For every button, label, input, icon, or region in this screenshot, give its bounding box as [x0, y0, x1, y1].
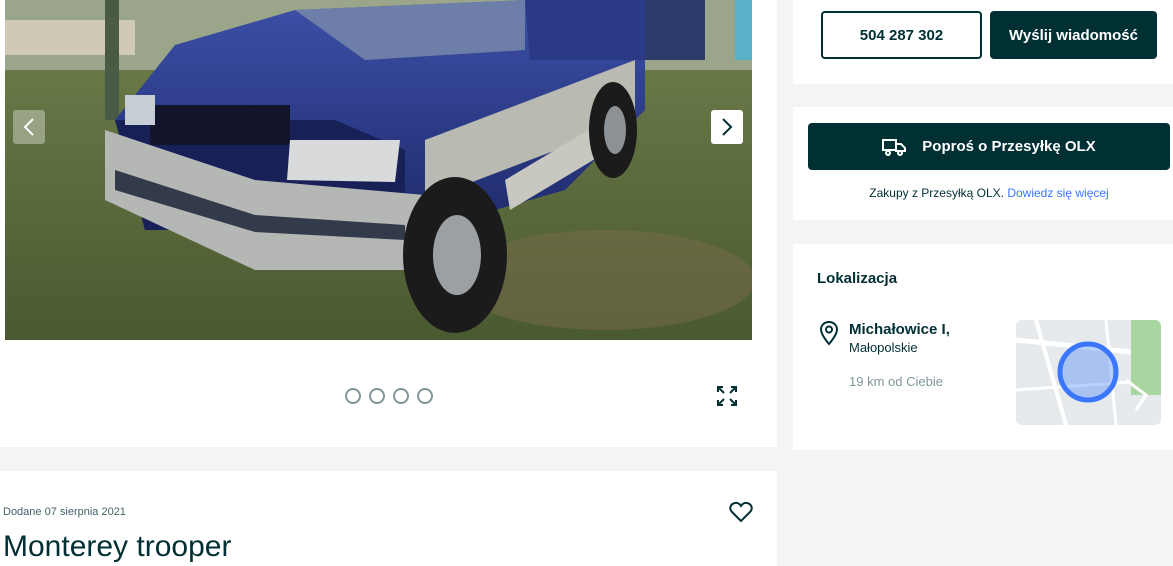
favorite-button[interactable] — [726, 497, 756, 527]
location-pin-icon — [819, 320, 839, 346]
request-delivery-label: Poproś o Przesyłkę OLX — [922, 138, 1096, 155]
expand-icon — [717, 386, 737, 406]
chevron-right-icon — [722, 118, 733, 136]
map-illustration — [1016, 320, 1161, 425]
gallery-dot-3[interactable] — [393, 388, 409, 404]
ad-title: Monterey trooper — [3, 530, 232, 563]
request-delivery-button[interactable]: Poproś o Przesyłkę OLX — [808, 123, 1170, 170]
gallery-dot-4[interactable] — [417, 388, 433, 404]
learn-more-link[interactable]: Dowiedz się więcej — [1007, 186, 1108, 200]
delivery-note: Zakupy z Przesyłką OLX. Dowiedz się więc… — [808, 186, 1170, 200]
gallery-prev-button[interactable] — [13, 110, 45, 144]
gallery-pagination — [345, 388, 433, 404]
location-heading: Lokalizacja — [817, 270, 898, 287]
truck-icon — [882, 138, 907, 156]
gallery-dot-1[interactable] — [345, 388, 361, 404]
chevron-left-icon — [23, 118, 34, 136]
location-city: Michałowice I, — [849, 321, 950, 338]
delivery-note-text: Zakupy z Przesyłką OLX. — [869, 186, 1008, 200]
map-thumbnail[interactable] — [1016, 320, 1161, 425]
gallery-dot-2[interactable] — [369, 388, 385, 404]
car-photo-illustration — [5, 0, 752, 340]
fullscreen-button[interactable] — [711, 380, 743, 412]
ad-date: Dodane 07 sierpnia 2021 — [3, 506, 126, 518]
gallery-card — [0, 0, 777, 447]
phone-button[interactable]: 504 287 302 — [821, 11, 982, 59]
heart-icon — [729, 501, 753, 523]
listing-photo[interactable] — [5, 0, 752, 340]
location-region: Małopolskie — [849, 340, 918, 355]
location-distance: 19 km od Ciebie — [849, 374, 943, 389]
send-message-button[interactable]: Wyślij wiadomość — [990, 11, 1157, 59]
gallery-next-button[interactable] — [711, 110, 743, 144]
